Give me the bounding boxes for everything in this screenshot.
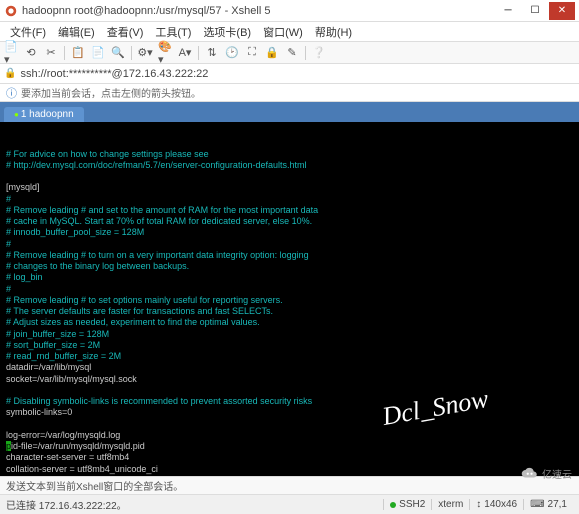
terminal-line: symbolic-links=0 [6, 407, 573, 418]
terminal-line [6, 419, 573, 430]
menu-tab[interactable]: 选项卡(B) [197, 22, 257, 41]
status-connection: 已连接 172.16.43.222:22。 [6, 497, 383, 512]
terminal-line: # Remove leading # to turn on a very imp… [6, 250, 573, 261]
close-button[interactable]: ✕ [549, 2, 575, 20]
terminal-line: socket=/var/lib/mysql/mysql.sock [6, 374, 573, 385]
transfer-icon[interactable]: ⇅ [205, 46, 219, 60]
separator [305, 46, 306, 60]
session-tab[interactable]: ●1 hadoopnn [4, 107, 84, 122]
find-icon[interactable]: 🔍 [111, 46, 125, 60]
lock-icon[interactable]: 🔒 [265, 46, 279, 60]
terminal-line: sql_mode=STRICT_TRANS_TABLES,NO_ZERO_IN_… [6, 475, 573, 476]
terminal-line: pid-file=/var/run/mysqld/mysqld.pid [6, 441, 573, 452]
corner-logo-text: 亿速云 [542, 466, 572, 481]
app-logo [4, 4, 18, 18]
size-icon: ↕ [476, 499, 481, 510]
menu-view[interactable]: 查看(V) [101, 22, 150, 41]
status-dot-icon: ● [14, 110, 19, 119]
history-icon[interactable]: 🕑 [225, 46, 239, 60]
hint-bar: ⓘ 要添加当前会话，点击左侧的箭头按钮。 [0, 84, 579, 102]
tab-label: 1 hadoopnn [21, 109, 74, 120]
compose-icon[interactable]: ✎ [285, 46, 299, 60]
terminal-line: datadir=/var/lib/mysql [6, 362, 573, 373]
terminal-line: # join_buffer_size = 128M [6, 329, 573, 340]
terminal-line: # Disabling symbolic-links is recommende… [6, 396, 573, 407]
terminal-line: # [6, 284, 573, 295]
menu-tools[interactable]: 工具(T) [149, 22, 197, 41]
terminal-line: # [6, 239, 573, 250]
menu-file[interactable]: 文件(F) [4, 22, 52, 41]
terminal-line: # Remove leading # to set options mainly… [6, 295, 573, 306]
terminal-line: collation-server = utf8mb4_unicode_ci [6, 464, 573, 475]
statusbar: 已连接 172.16.43.222:22。 SSH2 xterm ↕140x46… [0, 494, 579, 514]
menu-edit[interactable]: 编辑(E) [52, 22, 101, 41]
terminal-line: # [6, 194, 573, 205]
local-shell-bar: 发送文本到当前Xshell窗口的全部会话。 [0, 476, 579, 494]
color-icon[interactable]: 🎨▾ [158, 46, 172, 60]
reconnect-icon[interactable]: ⟲ [24, 46, 38, 60]
lock-small-icon: 🔒 [4, 68, 16, 79]
addressbar: 🔒 ssh://root:**********@172.16.43.222:22 [0, 64, 579, 84]
terminal-line [6, 385, 573, 396]
hint-text: 要添加当前会话，点击左侧的箭头按钮。 [21, 85, 201, 100]
separator [198, 46, 199, 60]
terminal-line [6, 171, 573, 182]
titlebar: hadoopnn root@hadoopnn:/usr/mysql/57 - X… [0, 0, 579, 22]
window-controls: ─ ☐ ✕ [495, 2, 575, 20]
properties-icon[interactable]: ⚙▾ [138, 46, 152, 60]
tabbar: ●1 hadoopnn [0, 102, 579, 122]
separator [131, 46, 132, 60]
new-session-icon[interactable]: 📄▾ [4, 46, 18, 60]
menu-help[interactable]: 帮助(H) [309, 22, 358, 41]
status-pos: ⌨27,1 [523, 499, 573, 510]
status-size: ↕140x46 [469, 499, 523, 510]
terminal-line: # The server defaults are faster for tra… [6, 306, 573, 317]
terminal-line: character-set-server = utf8mb4 [6, 452, 573, 463]
minimize-button[interactable]: ─ [495, 2, 521, 20]
terminal-line: # cache in MySQL. Start at 70% of total … [6, 216, 573, 227]
terminal-line: # For advice on how to change settings p… [6, 149, 573, 160]
terminal-line: # sort_buffer_size = 2M [6, 340, 573, 351]
font-icon[interactable]: A▾ [178, 46, 192, 60]
terminal-line: # Adjust sizes as needed, experiment to … [6, 317, 573, 328]
pos-icon: ⌨ [530, 499, 544, 510]
copy-icon[interactable]: 📋 [71, 46, 85, 60]
terminal-line: log-error=/var/log/mysqld.log [6, 430, 573, 441]
terminal-line: # http://dev.mysql.com/doc/refman/5.7/en… [6, 160, 573, 171]
toolbar: 📄▾ ⟲ ✂ 📋 📄 🔍 ⚙▾ 🎨▾ A▾ ⇅ 🕑 ⛶ 🔒 ✎ ❔ [0, 42, 579, 64]
address-text[interactable]: ssh://root:**********@172.16.43.222:22 [20, 68, 208, 80]
terminal-line: # changes to the binary log between back… [6, 261, 573, 272]
terminal-line: # read_rnd_buffer_size = 2M [6, 351, 573, 362]
green-dot-icon [390, 502, 396, 508]
window-title: hadoopnn root@hadoopnn:/usr/mysql/57 - X… [22, 5, 495, 17]
cloud-icon [521, 464, 539, 482]
terminal-line: # innodb_buffer_pool_size = 128M [6, 227, 573, 238]
terminal[interactable]: # For advice on how to change settings p… [0, 122, 579, 476]
disconnect-icon[interactable]: ✂ [44, 46, 58, 60]
help-icon[interactable]: ❔ [312, 46, 326, 60]
corner-logo: 亿速云 [521, 462, 575, 484]
menubar: 文件(F) 编辑(E) 查看(V) 工具(T) 选项卡(B) 窗口(W) 帮助(… [0, 22, 579, 42]
terminal-line: # Remove leading # and set to the amount… [6, 205, 573, 216]
info-icon: ⓘ [6, 85, 17, 101]
menu-window[interactable]: 窗口(W) [257, 22, 309, 41]
terminal-line: # log_bin [6, 272, 573, 283]
paste-icon[interactable]: 📄 [91, 46, 105, 60]
fullscreen-icon[interactable]: ⛶ [245, 46, 259, 60]
terminal-line: [mysqld] [6, 182, 573, 193]
maximize-button[interactable]: ☐ [522, 2, 548, 20]
status-ssh: SSH2 [383, 499, 431, 510]
separator [64, 46, 65, 60]
status-term: xterm [431, 499, 469, 510]
local-shell-text: 发送文本到当前Xshell窗口的全部会话。 [6, 478, 183, 493]
